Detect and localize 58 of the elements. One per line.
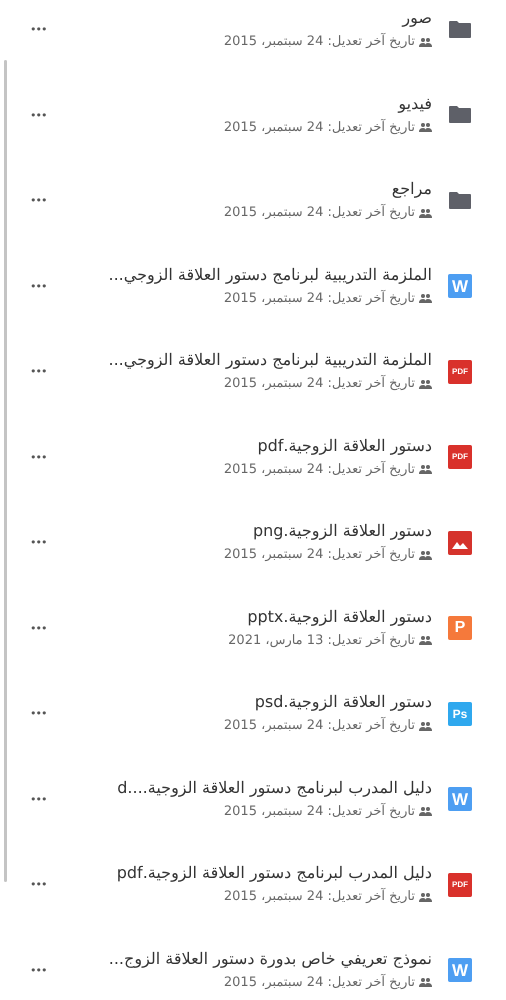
people-icon — [419, 550, 432, 560]
people-icon — [419, 464, 432, 474]
more-button[interactable]: ••• — [28, 24, 48, 36]
people-icon — [419, 36, 432, 47]
file-name[interactable]: دليل المدرب لبرنامج دستور العلاقة الزوجية.pdf — [64, 863, 432, 883]
scrollbar[interactable] — [4, 60, 7, 882]
file-name[interactable]: نموذج تعريفي خاص بدورة دستور العلاقة الزوج... — [64, 948, 432, 968]
file-name[interactable]: دستور العلاقة الزوجية.psd — [64, 692, 432, 712]
file-name[interactable]: مراجع — [64, 179, 432, 199]
image-icon — [448, 530, 472, 555]
file-name[interactable]: دليل المدرب لبرنامج دستور العلاقة الزوجية....d — [64, 778, 432, 798]
people-icon — [419, 635, 432, 646]
pdf-icon: PDF — [448, 360, 472, 384]
more-button[interactable]: ••• — [28, 110, 48, 121]
modified-date: تاريخ آخر تعديل: 24 سبتمبر، 2015 — [224, 887, 415, 906]
more-button[interactable]: ••• — [28, 879, 48, 890]
file-name[interactable]: دستور العلاقة الزوجية.png — [64, 521, 432, 541]
people-icon — [419, 122, 432, 132]
word-icon: W — [448, 787, 472, 812]
more-button[interactable]: ••• — [28, 366, 48, 378]
word-icon: W — [448, 958, 472, 982]
people-icon — [419, 892, 432, 902]
people-icon — [419, 293, 432, 304]
people-icon — [419, 378, 432, 389]
word-icon: W — [448, 274, 472, 298]
modified-date: تاريخ آخر تعديل: 24 سبتمبر، 2015 — [224, 545, 415, 564]
more-button[interactable]: ••• — [28, 794, 48, 805]
modified-date: تاريخ آخر تعديل: 24 سبتمبر، 2015 — [224, 118, 415, 136]
pdf-icon: PDF — [448, 872, 472, 897]
file-name[interactable]: دستور العلاقة الزوجية.pdf — [64, 436, 432, 456]
people-icon — [419, 977, 432, 988]
modified-date: تاريخ آخر تعديل: 24 سبتمبر، 2015 — [224, 374, 415, 393]
modified-date: تاريخ آخر تعديل: 24 سبتمبر، 2015 — [224, 802, 415, 820]
people-icon — [419, 208, 432, 218]
file-name[interactable]: دستور العلاقة الزوجية.pptx — [64, 606, 432, 626]
file-name[interactable]: الملزمة التدريبية لبرنامج دستور العلاقة الزوجي... — [64, 350, 432, 370]
modified-date: تاريخ آخر تعديل: 24 سبتمبر، 2015 — [224, 203, 415, 222]
people-icon — [419, 720, 432, 731]
more-button[interactable]: ••• — [28, 195, 48, 206]
modified-date: تاريخ آخر تعديل: 24 سبتمبر، 2015 — [224, 716, 415, 735]
more-button[interactable]: ••• — [28, 452, 48, 463]
file-name[interactable]: فيديو — [64, 94, 432, 114]
modified-date: تاريخ آخر تعديل: 24 سبتمبر، 2015 — [224, 460, 415, 478]
more-button[interactable]: ••• — [28, 280, 48, 292]
pdf-icon: PDF — [448, 445, 472, 470]
file-name[interactable]: الملزمة التدريبية لبرنامج دستور العلاقة الزوجي... — [64, 264, 432, 284]
more-button[interactable]: ••• — [28, 708, 48, 720]
photoshop-icon: Ps — [448, 702, 472, 726]
more-button[interactable]: ••• — [28, 964, 48, 976]
modified-date: تاريخ آخر تعديل: 24 سبتمبر، 2015 — [224, 972, 415, 992]
people-icon — [419, 806, 432, 816]
modified-date: تاريخ آخر تعديل: 24 سبتمبر، 2015 — [224, 288, 415, 308]
modified-date: تاريخ آخر تعديل: 13 مارس، 2021 — [228, 630, 415, 650]
more-button[interactable]: ••• — [28, 537, 48, 548]
file-name[interactable]: صور — [64, 8, 432, 28]
powerpoint-icon: P — [448, 616, 472, 640]
more-button[interactable]: ••• — [28, 622, 48, 634]
modified-date: تاريخ آخر تعديل: 24 سبتمبر، 2015 — [224, 32, 415, 51]
